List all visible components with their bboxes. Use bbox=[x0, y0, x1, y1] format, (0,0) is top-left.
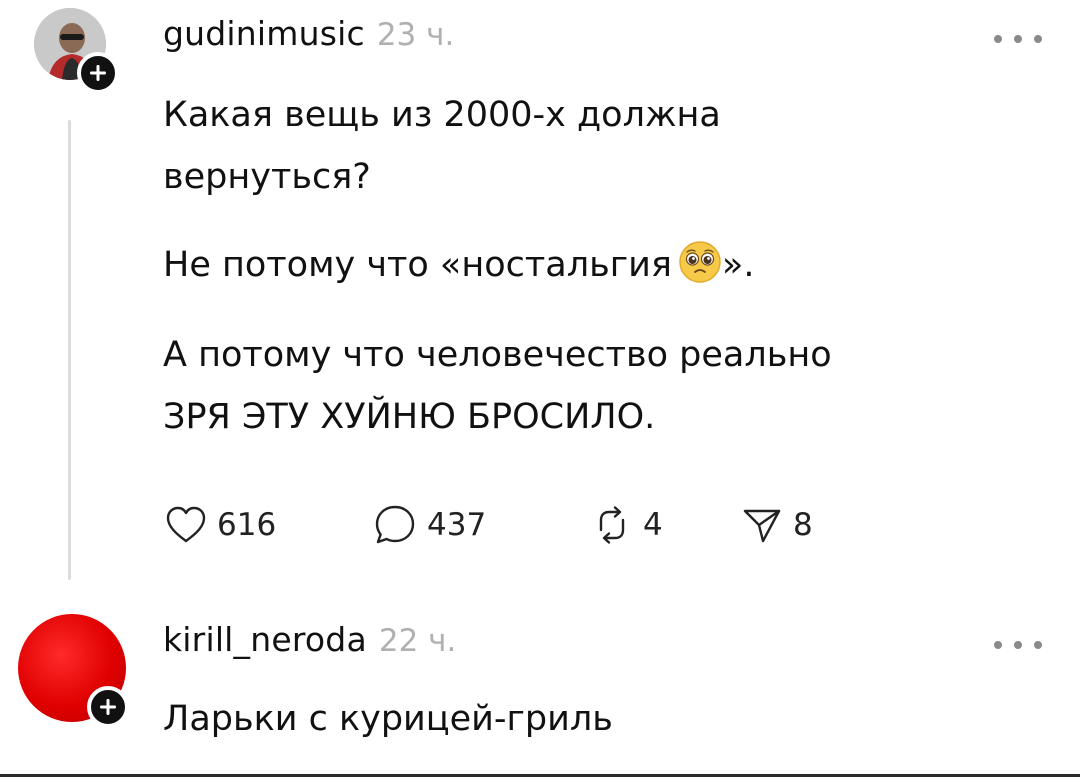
timestamp: 22 ч. bbox=[378, 623, 457, 659]
post-text-line: вернуться? bbox=[163, 157, 371, 197]
follow-button[interactable] bbox=[77, 52, 119, 94]
post-text-line: А потому что человечество реально bbox=[163, 335, 832, 375]
share-count: 8 bbox=[793, 507, 813, 543]
follow-button[interactable] bbox=[87, 686, 129, 728]
plus-icon bbox=[100, 699, 116, 715]
repost-icon bbox=[599, 506, 625, 544]
post-header: gudinimusic 23 ч. bbox=[163, 14, 454, 53]
plus-icon bbox=[90, 65, 106, 81]
like-button[interactable]: 616 bbox=[165, 505, 373, 545]
username[interactable]: kirill_neroda bbox=[163, 620, 367, 659]
post-actions: 616 437 4 8 bbox=[165, 500, 813, 550]
share-button[interactable]: 8 bbox=[741, 504, 813, 546]
post-text-line: ЗРЯ ЭТУ ХУЙНЮ БРОСИЛО. bbox=[163, 397, 656, 437]
timestamp: 23 ч. bbox=[376, 17, 455, 53]
send-icon bbox=[743, 509, 781, 543]
post-text-segment: Не потому что «ностальгия bbox=[163, 245, 672, 285]
reply-text: Ларьки с курицей-гриль bbox=[163, 699, 613, 739]
pleading-face-emoji bbox=[679, 241, 721, 283]
like-count: 616 bbox=[217, 507, 277, 543]
comment-count: 437 bbox=[427, 507, 487, 543]
reply-post: kirill_neroda 22 ч. Ларьки с курицей-гри… bbox=[0, 600, 1080, 777]
post-header: kirill_neroda 22 ч. bbox=[163, 620, 456, 659]
more-dots-icon[interactable] bbox=[994, 638, 1042, 652]
more-dots-icon[interactable] bbox=[994, 32, 1042, 46]
comment-bubble-icon bbox=[375, 505, 415, 544]
comment-button[interactable]: 437 bbox=[373, 504, 591, 546]
repost-count: 4 bbox=[643, 507, 663, 543]
thread-line bbox=[68, 120, 71, 580]
post-text-segment: ». bbox=[721, 245, 755, 285]
repost-button[interactable]: 4 bbox=[591, 504, 741, 546]
username[interactable]: gudinimusic bbox=[163, 14, 365, 53]
post-text-line: Какая вещь из 2000-х должна bbox=[163, 95, 721, 135]
heart-icon bbox=[166, 506, 206, 543]
thread-post: gudinimusic 23 ч. Какая вещь из 2000-х д… bbox=[0, 0, 1080, 600]
post-text-line: Не потому что «ностальгия ». bbox=[163, 234, 754, 296]
